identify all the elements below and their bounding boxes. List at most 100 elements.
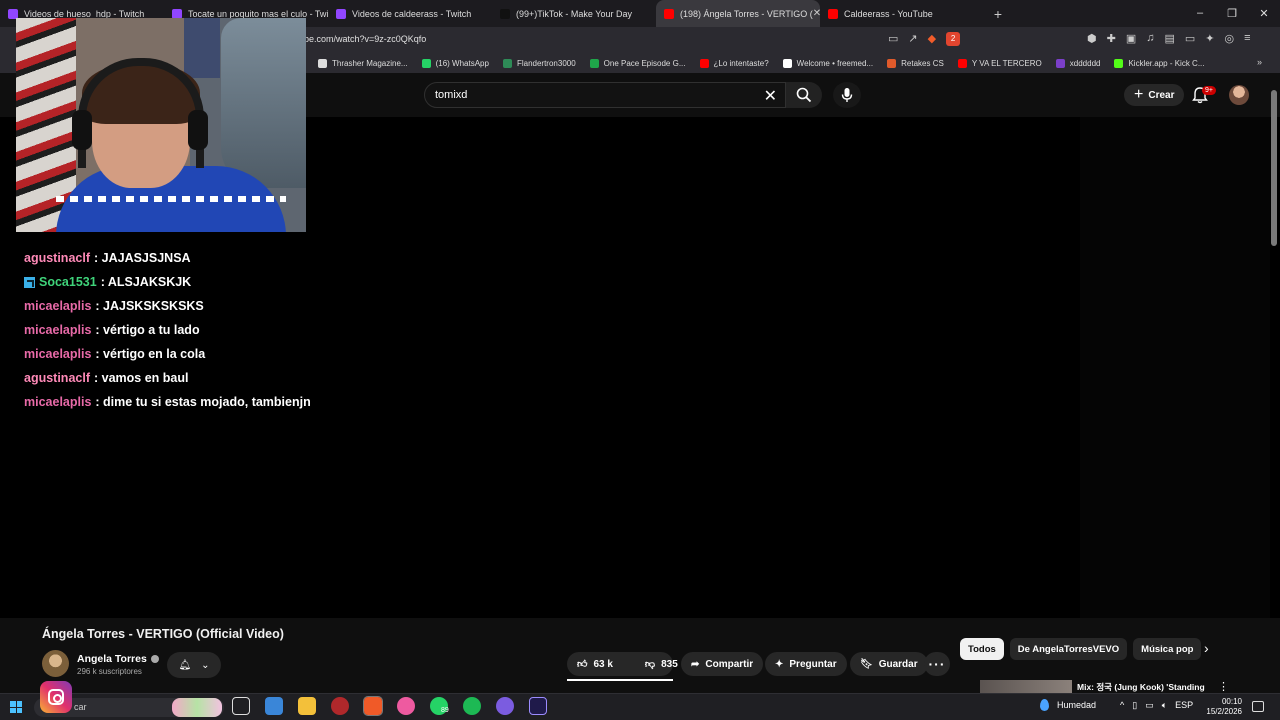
weather-drop-icon[interactable] xyxy=(1040,699,1049,711)
browser-tab[interactable]: (198) Ángela Torres - VERTIGO (✕ xyxy=(656,0,820,27)
subscriber-badge-icon xyxy=(24,276,35,288)
chevron-right-icon[interactable]: › xyxy=(1204,640,1209,656)
bookmark-item[interactable]: (16) WhatsApp xyxy=(421,58,489,68)
network-icon[interactable]: ▭ xyxy=(1145,700,1154,711)
more-actions-button[interactable]: ··· xyxy=(924,652,950,676)
search-highlight-image xyxy=(172,698,222,717)
bookmark-item[interactable]: Welcome • freemed... xyxy=(782,58,873,68)
bookmark-item[interactable]: Flandertron3000 xyxy=(502,58,576,68)
volume-icon[interactable]: 🔈︎ xyxy=(1162,700,1167,711)
scrollbar-thumb[interactable] xyxy=(1271,90,1277,246)
filter-chip[interactable]: De AngelaTorresVEVO xyxy=(1009,638,1128,660)
windows-taskbar: car 89 Humedad ^ ▯ ▭ 🔈︎ ESP 00:10 15/2/2… xyxy=(0,693,1280,720)
bookmark-icon: 🔖︎ xyxy=(860,658,873,670)
channel-name-row[interactable]: Angela Torres xyxy=(77,653,159,665)
spotify-icon[interactable] xyxy=(463,697,481,715)
search-input[interactable]: tomixd xyxy=(435,89,467,101)
bookmark-item[interactable]: xdddddd xyxy=(1055,58,1100,68)
chevron-up-icon[interactable]: ^ xyxy=(1120,700,1124,710)
filter-chip[interactable]: Música pop xyxy=(1133,638,1202,660)
address-actions: ▭ ↗ ◆ 2 xyxy=(888,32,961,46)
tray-app-icon[interactable]: ▯ xyxy=(1132,700,1137,711)
video-title: Ángela Torres - VERTIGO (Official Video) xyxy=(42,627,284,641)
brave-shield-icon[interactable]: ◆ xyxy=(928,32,936,46)
share-page-icon[interactable]: ↗ xyxy=(908,32,917,46)
restore-button[interactable]: ❐ xyxy=(1216,7,1248,20)
brave-vpn-icon[interactable]: ◎ xyxy=(1225,32,1235,45)
menu-icon[interactable]: ≡ xyxy=(1244,32,1250,45)
task-view-icon[interactable] xyxy=(232,697,250,715)
screenshot-icon[interactable]: ▣ xyxy=(1126,32,1136,45)
bookmark-label: Retakes CS xyxy=(901,58,944,68)
clock[interactable]: 00:10 15/2/2026 xyxy=(1200,697,1242,717)
voice-search-button[interactable] xyxy=(833,82,861,108)
file-explorer-icon[interactable] xyxy=(298,697,316,715)
weather-label[interactable]: Humedad xyxy=(1057,700,1096,710)
extensions-icon[interactable]: ✚ xyxy=(1107,32,1116,45)
like-button[interactable]: 👍︎ 63 k xyxy=(567,652,623,676)
bookmark-item[interactable]: Y VA EL TERCERO xyxy=(957,58,1042,68)
brave-browser-icon[interactable] xyxy=(363,696,383,716)
bookmark-favicon-icon xyxy=(318,58,327,68)
ask-button[interactable]: ✦ Preguntar xyxy=(765,652,847,676)
discord-icon[interactable] xyxy=(496,697,514,715)
bookmark-item[interactable]: Kickler.app - Kick C... xyxy=(1114,58,1205,68)
minimize-button[interactable]: – xyxy=(1184,7,1216,20)
close-tab-icon[interactable]: ✕ xyxy=(813,8,820,19)
close-window-button[interactable]: ✕ xyxy=(1248,7,1280,20)
wallet-icon[interactable]: ▭ xyxy=(1185,32,1195,45)
bookmark-item[interactable]: One Pace Episode G... xyxy=(589,58,686,68)
windows-start-icon[interactable] xyxy=(10,701,22,713)
tab-title: Videos de caldeerass - Twitch xyxy=(352,8,472,19)
new-tab-button[interactable]: + xyxy=(988,6,1008,22)
clear-search-icon[interactable]: ✕ xyxy=(764,86,777,106)
sidebar-icon[interactable]: ▤ xyxy=(1164,32,1174,45)
chat-text: : JAJASJSJNSA xyxy=(94,251,191,265)
bookmark-item[interactable]: Thrasher Magazine... xyxy=(318,58,408,68)
url-field[interactable]: be.com/watch?v=9z-zc0QKqfo xyxy=(304,34,426,44)
cast-icon[interactable]: ▭ xyxy=(888,32,898,46)
bookmark-favicon-icon xyxy=(589,58,599,68)
search-box[interactable]: tomixd ✕ xyxy=(424,82,786,108)
save-label: Guardar xyxy=(878,658,918,670)
share-button[interactable]: ➦ Compartir xyxy=(681,652,764,676)
language-indicator[interactable]: ESP xyxy=(1175,700,1193,710)
channel-avatar[interactable] xyxy=(42,650,69,677)
more-bookmarks-button[interactable]: » xyxy=(1257,57,1262,67)
store-icon[interactable] xyxy=(265,697,283,715)
bookmark-item[interactable]: Retakes CS xyxy=(887,58,944,68)
save-button[interactable]: 🔖︎ Guardar xyxy=(850,652,928,676)
page-scrollbar[interactable] xyxy=(1270,90,1278,690)
media-icon[interactable]: ♫ xyxy=(1146,32,1154,45)
app-pink-icon[interactable] xyxy=(397,697,415,715)
recommendation-title[interactable]: Mix: 정국 (Jung Kook) 'Standing xyxy=(1077,681,1205,693)
leo-icon[interactable]: ✦ xyxy=(1205,32,1214,45)
chat-text: : JAJSKSKSKSKS xyxy=(95,299,204,313)
subscription-bell-button[interactable]: 🔔︎ ⌄ xyxy=(167,652,221,678)
browser-tab[interactable]: (99+)TikTok - Make Your Day xyxy=(492,0,656,27)
rewards-badge[interactable]: 2 xyxy=(946,32,961,46)
dislike-button[interactable]: 👎︎ 835 xyxy=(635,652,688,676)
game-app-icon[interactable] xyxy=(331,697,349,715)
recommendation-menu-icon[interactable]: ⋮ xyxy=(1218,680,1229,693)
channel-name[interactable]: Angela Torres xyxy=(77,653,147,665)
notification-center-icon[interactable] xyxy=(1252,701,1264,712)
account-avatar[interactable] xyxy=(1229,85,1249,105)
tab-favicon-icon xyxy=(828,8,838,19)
search-button[interactable] xyxy=(786,82,822,108)
browser-tab[interactable]: Videos de caldeerass - Twitch xyxy=(328,0,492,27)
chat-username: micaelaplis xyxy=(24,299,92,313)
vpn-icon[interactable]: ⬢ xyxy=(1087,32,1097,45)
create-button[interactable]: + Crear xyxy=(1124,84,1185,106)
thumbs-down-icon: 👎︎ xyxy=(644,659,656,670)
recommendation-thumbnail[interactable] xyxy=(980,680,1072,693)
bookmark-label: ¿Lo intentaste? xyxy=(713,58,769,68)
search-icon xyxy=(796,87,812,103)
chat-text: : vamos en baul xyxy=(94,371,189,385)
filter-chip[interactable]: Todos xyxy=(960,638,1004,660)
browser-tab[interactable]: Caldeerass - YouTube xyxy=(820,0,984,27)
headset-ear-left xyxy=(72,110,92,150)
bookmark-item[interactable]: ¿Lo intentaste? xyxy=(699,58,769,68)
premiere-icon[interactable] xyxy=(529,697,547,715)
share-label: Compartir xyxy=(705,658,754,670)
